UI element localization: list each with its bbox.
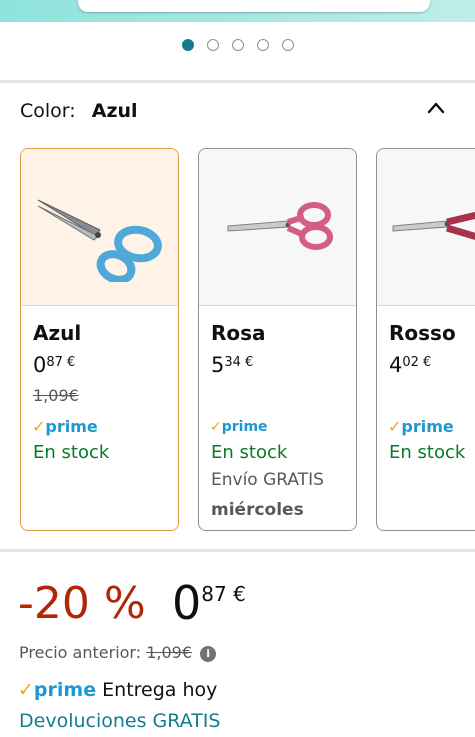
carousel-dot-1[interactable] [181,39,194,51]
prime-badge: ✓prime [18,679,97,701]
product-image-scissors-blue [21,149,178,306]
search-bar-edge[interactable] [78,0,430,12]
prime-badge: ✓prime [32,417,98,436]
prime-check-icon: ✓ [18,679,34,701]
swatch-stock: En stock [33,442,110,463]
previous-price-label: Precio anterior: [19,643,142,662]
swatch-rosa[interactable]: Rosa 534 € ✓prime En stock Envío GRATIS … [198,148,357,531]
swatch-stock: En stock [389,442,466,463]
swatch-price: 402 € [389,353,432,377]
swatch-rosso[interactable]: Rosso 402 € ✓prime En stock [376,148,475,531]
delivery-text: Entrega hoy [102,679,218,701]
swatch-name: Rosso [389,321,456,345]
swatch-price: 534 € [211,353,254,377]
swatch-price: 087 € [33,353,76,377]
swatch-name: Rosa [211,321,266,345]
carousel-dot-3[interactable] [231,39,244,51]
previous-price-row: Precio anterior: 1,09€ i [19,643,217,662]
carousel-dot-5[interactable] [281,39,294,51]
color-selector-header[interactable]: Color: Azul [20,100,138,122]
swatch-shipping: Envío GRATIS [211,470,324,490]
product-image-scissors-red [377,149,475,306]
section-divider [0,80,475,83]
swatch-azul[interactable]: Azul 087 € 1,09€ ✓prime En stock [20,148,179,531]
prime-check-icon: ✓ [388,417,402,436]
prime-check-icon: ✓ [32,417,46,436]
swatch-name: Azul [33,321,82,345]
carousel-indicator [0,39,475,51]
chevron-up-icon[interactable] [426,98,446,118]
prime-badge: ✓prime [388,417,454,436]
prime-badge: ✓prime [210,419,268,435]
swatch-delivery-day: miércoles [211,500,304,520]
swatch-old-price: 1,09€ [33,386,79,405]
current-price: 087 € [172,576,246,630]
prime-check-icon: ✓ [210,419,222,435]
swatch-stock: En stock [211,442,288,463]
free-returns-link[interactable]: Devoluciones GRATIS [19,710,220,732]
top-banner [0,0,475,22]
info-icon[interactable]: i [200,645,217,662]
previous-price: 1,09€ [146,643,193,662]
color-label: Color: [20,100,76,122]
carousel-dot-2[interactable] [206,39,219,51]
delivery-row: ✓prime Entrega hoy [18,679,217,701]
product-image-scissors-pink [199,149,356,306]
discount-percentage: -20 % [18,578,146,629]
selected-color: Azul [91,100,138,122]
carousel-dot-4[interactable] [256,39,269,51]
section-divider [0,549,475,552]
color-swatch-list: Azul 087 € 1,09€ ✓prime En stock Rosa 53… [20,148,475,531]
